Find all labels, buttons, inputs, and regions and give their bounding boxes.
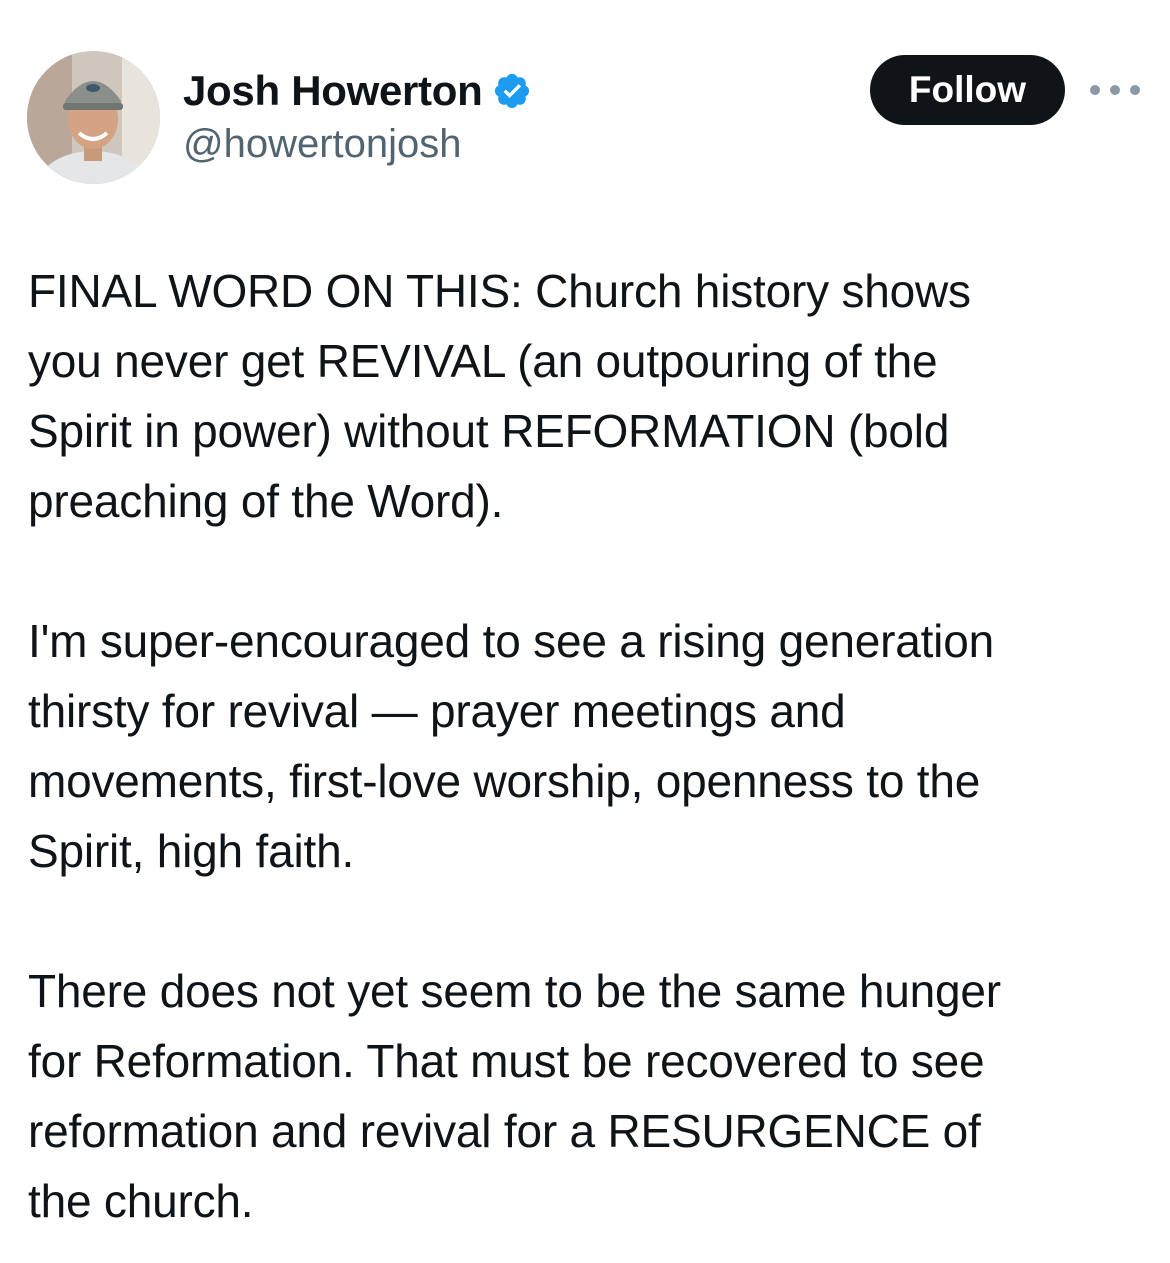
- tweet-text: FINAL WORD ON THIS: Church history shows…: [28, 256, 1148, 1236]
- more-horizontal-icon[interactable]: [1090, 74, 1140, 106]
- author-info: Josh Howerton @howertonjosh: [183, 66, 532, 167]
- avatar-photo: [27, 51, 160, 184]
- tweet-card: Josh Howerton @howertonjosh Follow FINAL…: [0, 0, 1170, 1263]
- avatar[interactable]: [27, 51, 160, 184]
- author-handle[interactable]: @howertonjosh: [183, 122, 532, 167]
- tweet-paragraph: I'm super-encouraged to see a rising gen…: [28, 615, 994, 877]
- more-dot: [1110, 85, 1120, 95]
- tweet-paragraph: There does not yet seem to be the same h…: [28, 965, 1001, 1227]
- display-name[interactable]: Josh Howerton: [183, 67, 483, 115]
- display-name-row: Josh Howerton: [183, 66, 532, 116]
- verified-badge-icon[interactable]: [492, 71, 532, 111]
- more-dot: [1090, 85, 1100, 95]
- more-dot: [1130, 85, 1140, 95]
- follow-button[interactable]: Follow: [870, 55, 1065, 125]
- tweet-paragraph: FINAL WORD ON THIS: Church history shows…: [28, 265, 971, 527]
